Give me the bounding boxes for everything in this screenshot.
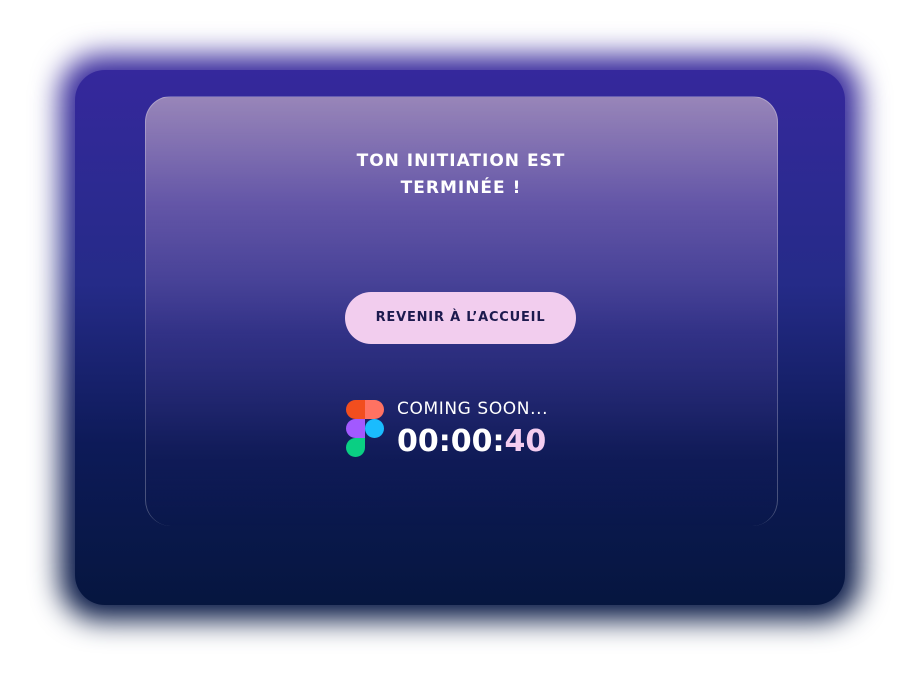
countdown: COMING SOON... 00:00:40	[346, 398, 586, 460]
timer-hours-minutes: 00:00:	[397, 424, 505, 459]
completion-title-line1: TON INITIATION EST	[356, 151, 566, 171]
completion-title: TON INITIATION EST TERMINÉE !	[0, 148, 922, 202]
stage: TON INITIATION EST TERMINÉE ! REVENIR À …	[0, 0, 922, 688]
completion-title-line2: TERMINÉE !	[400, 178, 522, 198]
coming-soon-label: COMING SOON...	[397, 399, 549, 419]
figma-logo-icon	[346, 400, 384, 457]
countdown-timer: 00:00:40	[397, 424, 546, 460]
back-home-button[interactable]: REVENIR À L’ACCUEIL	[345, 292, 576, 344]
timer-seconds: 40	[504, 424, 547, 459]
